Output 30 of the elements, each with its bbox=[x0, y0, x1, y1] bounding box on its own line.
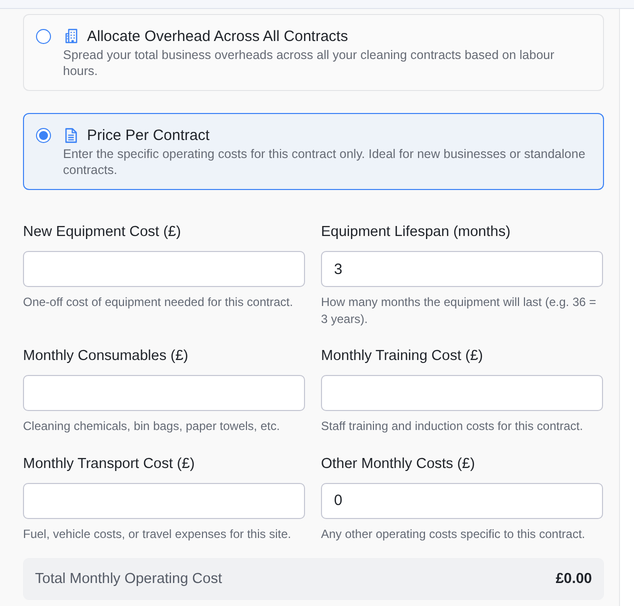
option-description: Spread your total business overheads across all your cleaning contracts based on labour hours. bbox=[63, 47, 556, 79]
total-value: £0.00 bbox=[556, 571, 592, 587]
input-field[interactable] bbox=[23, 482, 305, 518]
option-title: Price Per Contract bbox=[87, 126, 210, 144]
field-help-text: Cleaning chemicals, bin bags, paper towels, etc. bbox=[23, 418, 281, 434]
field-label: Monthly Consumables (£) bbox=[23, 347, 190, 365]
field-label: Monthly Transport Cost (£) bbox=[23, 454, 196, 472]
radio-button[interactable] bbox=[36, 29, 51, 44]
input-field[interactable]: 3 bbox=[321, 251, 603, 287]
input-field[interactable]: 0 bbox=[321, 482, 603, 518]
field-label: Monthly Training Cost (£) bbox=[321, 347, 484, 365]
field-help-text: Fuel, vehicle costs, or travel expenses for this site. bbox=[23, 526, 292, 542]
field-label: Equipment Lifespan (months) bbox=[321, 223, 512, 241]
input-field[interactable] bbox=[23, 251, 305, 287]
input-field[interactable] bbox=[23, 375, 305, 411]
pricing-option-card[interactable]: Price Per Contract Enter the specific operating costs for this contract only. Ideal for new businesses or standalone contracts. bbox=[23, 113, 604, 190]
field-label: Other Monthly Costs (£) bbox=[321, 454, 476, 472]
pricing-option-card[interactable]: Allocate Overhead Across All Contracts Spread your total business overheads across all your cleaning contracts based on labour hours. bbox=[23, 14, 604, 91]
building-icon bbox=[65, 28, 78, 44]
option-description: Enter the specific operating costs for this contract only. Ideal for new businesses or standalone contracts. bbox=[63, 146, 586, 178]
field-help-text: Any other operating costs specific to this contract. bbox=[321, 526, 586, 542]
radio-button[interactable] bbox=[36, 128, 51, 143]
input-field[interactable] bbox=[321, 375, 603, 411]
field-label: New Equipment Cost (£) bbox=[23, 223, 182, 241]
field-help-text: One-off cost of equipment needed for this contract. bbox=[23, 294, 294, 310]
field-help-text: How many months the equipment will last (e.g. 36 = 3 years). bbox=[321, 294, 598, 327]
field-help-text: Staff training and induction costs for this contract. bbox=[321, 418, 584, 434]
total-label: Total Monthly Operating Cost bbox=[35, 571, 222, 587]
document-icon bbox=[65, 128, 77, 142]
option-title: Allocate Overhead Across All Contracts bbox=[87, 28, 348, 44]
